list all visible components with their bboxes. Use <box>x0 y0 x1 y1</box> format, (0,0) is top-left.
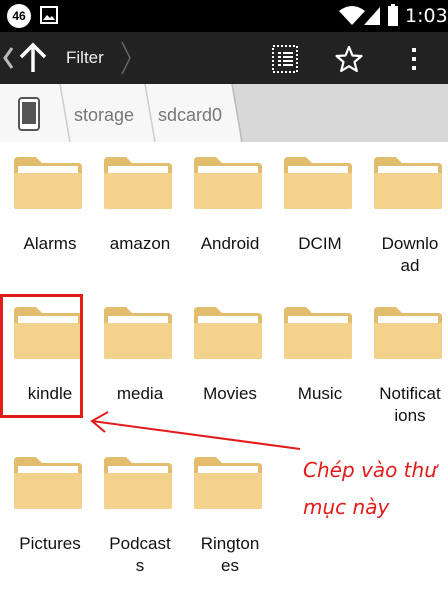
overflow-menu-icon[interactable] <box>404 44 424 74</box>
folder-item[interactable]: Rington es <box>186 455 274 593</box>
folder-icon <box>374 157 442 209</box>
breadcrumb-background <box>0 84 448 142</box>
folder-icon <box>104 457 172 509</box>
folder-icon <box>284 157 352 209</box>
forward-chevron-icon <box>121 41 131 75</box>
battery-icon <box>388 4 398 26</box>
folder-item[interactable]: Podcast s <box>96 455 184 593</box>
annotation-text: Chép vào thư mục này <box>303 458 437 519</box>
folder-name: Music <box>297 384 343 403</box>
folder-name: Rington es <box>200 534 260 575</box>
star-icon[interactable] <box>334 44 364 74</box>
folder-item[interactable]: Movies <box>186 305 274 445</box>
folder-name: Notificat ions <box>379 384 441 425</box>
folder-name: Podcast s <box>109 534 171 575</box>
folder-item[interactable]: Downlo ad <box>366 155 448 295</box>
folder-icon <box>284 307 352 359</box>
folder-item[interactable]: Pictures <box>6 455 94 593</box>
folder-name: Android <box>200 234 260 253</box>
list-view-icon[interactable] <box>270 44 300 74</box>
folder-name: Pictures <box>19 534 81 553</box>
folder-icon <box>194 157 262 209</box>
status-clock: 1:03 <box>405 5 448 27</box>
folder-name: media <box>116 384 164 403</box>
device-phone-icon[interactable] <box>18 97 40 131</box>
action-bar: Filter <box>0 32 448 84</box>
breadcrumb: storage sdcard0 <box>0 84 448 142</box>
folder-item[interactable]: Notificat ions <box>366 305 448 445</box>
network-badge: 46 <box>7 4 31 28</box>
signal-icon <box>364 7 380 25</box>
folder-item[interactable]: media <box>96 305 184 445</box>
folder-icon <box>104 157 172 209</box>
folder-name: Downlo ad <box>381 234 439 275</box>
folder-item[interactable]: amazon <box>96 155 184 295</box>
toolbar-title[interactable]: Filter <box>66 32 104 84</box>
folder-item[interactable]: DCIM <box>276 155 364 295</box>
breadcrumb-item-storage[interactable]: storage <box>74 84 134 142</box>
status-bar: 46 1:03 <box>0 0 448 32</box>
folder-icon <box>194 307 262 359</box>
up-arrow-icon[interactable] <box>18 42 48 74</box>
folder-icon <box>14 457 82 509</box>
folder-name: DCIM <box>298 234 342 253</box>
folder-name: amazon <box>109 234 171 253</box>
folder-name: Movies <box>203 384 257 403</box>
folder-name: Alarms <box>23 234 77 253</box>
folder-item[interactable]: Music <box>276 305 364 445</box>
folder-item[interactable]: Android <box>186 155 274 295</box>
highlight-box <box>0 294 83 418</box>
image-notification-icon <box>40 6 58 24</box>
folder-icon <box>14 157 82 209</box>
folder-icon <box>194 457 262 509</box>
breadcrumb-item-sdcard0[interactable]: sdcard0 <box>158 84 222 142</box>
folder-icon <box>374 307 442 359</box>
back-chevron-icon[interactable] <box>2 46 14 70</box>
folder-item[interactable]: Alarms <box>6 155 94 295</box>
folder-icon <box>104 307 172 359</box>
